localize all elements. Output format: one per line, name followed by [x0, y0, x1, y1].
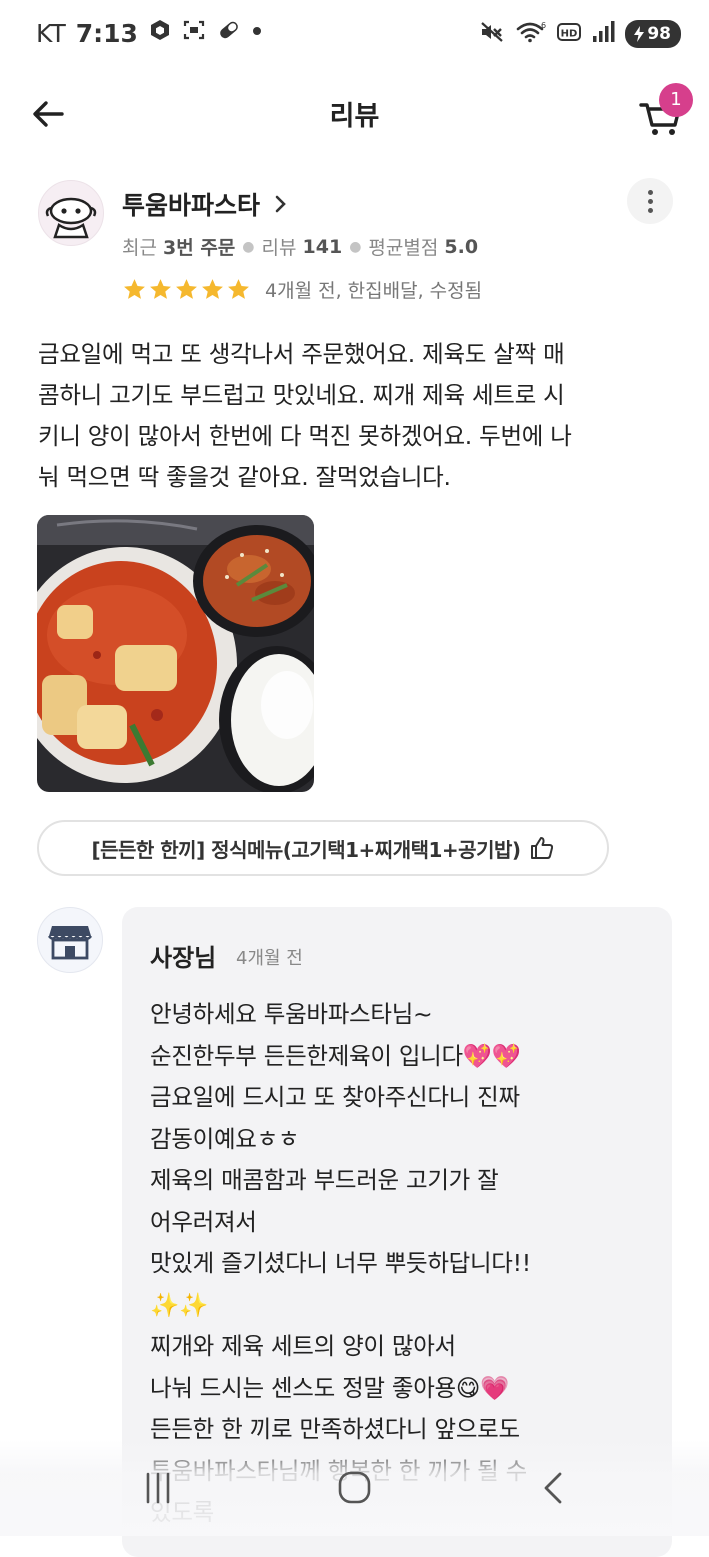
battery-indicator: 98 [625, 20, 681, 48]
stat-reviews-count: 141 [302, 235, 343, 258]
thumbs-up-icon [530, 837, 553, 859]
ordered-menu-label: [든든한 한끼] 정식메뉴(고기택1+찌개택1+공기밥) [91, 837, 521, 862]
carrier-label: KT [36, 18, 66, 48]
kebab-dot [647, 198, 653, 204]
food-photo-image [37, 515, 314, 792]
reply-author: 사장님 [150, 944, 217, 972]
separator-dot: ● [349, 238, 362, 255]
review-photo[interactable] [37, 515, 314, 792]
mute-icon [479, 20, 505, 48]
kebab-dot [647, 207, 653, 213]
reviewer-profile-link[interactable]: 투움바파스타 [122, 186, 288, 222]
star-icon [176, 279, 197, 299]
app-notification-icon [148, 18, 172, 48]
review-text: 금요일에 먹고 또 생각나서 주문했어요. 제육도 살짝 매 콤하니 고기도 부… [38, 340, 572, 491]
svg-text:6: 6 [541, 21, 546, 30]
separator-dot: ● [242, 238, 255, 255]
stat-avg-label: 평균별점 [368, 237, 439, 259]
status-bar: KT 7:13 6 HD 98 [0, 0, 709, 70]
signal-icon [591, 20, 615, 48]
owner-avatar [37, 907, 103, 973]
home-button[interactable] [331, 1468, 379, 1508]
hd-icon: HD [557, 21, 582, 47]
reply-timestamp: 4개월 전 [236, 948, 303, 969]
recent-apps-button[interactable] [134, 1468, 182, 1508]
reviewer-avatar[interactable] [38, 180, 104, 246]
recent-apps-icon [146, 1472, 170, 1504]
chevron-right-icon [275, 195, 286, 213]
kebab-dot [647, 189, 653, 195]
star-icon [202, 279, 223, 299]
app-header: 리뷰 [0, 70, 709, 160]
star-rating [122, 277, 251, 302]
more-options-button[interactable] [627, 178, 673, 224]
star-icon [228, 279, 249, 299]
stat-reviews-label: 리뷰 [261, 237, 297, 259]
home-icon [338, 1471, 371, 1504]
battery-level: 98 [647, 24, 671, 44]
stat-orders: 3번 주문 [163, 237, 236, 259]
notification-dot-icon [252, 18, 262, 48]
page-title: 리뷰 [329, 101, 380, 132]
svg-text:HD: HD [561, 29, 578, 40]
reviewer-stats: 최근 3번 주문 ● 리뷰 141 ● 평균별점 5.0 [122, 233, 478, 260]
charging-bolt-icon [634, 26, 645, 42]
clock: 7:13 [75, 18, 138, 48]
store-icon [47, 926, 93, 960]
star-icon [124, 279, 145, 299]
screenshot-icon [182, 18, 206, 48]
chevron-left-icon [544, 1472, 562, 1504]
pill-icon [216, 18, 242, 48]
rating-row: 4개월 전, 한집배달, 수정됨 [122, 276, 482, 303]
review-meta: 4개월 전, 한집배달, 수정됨 [265, 280, 483, 302]
wifi-icon: 6 [515, 20, 547, 48]
sheep-avatar-icon [45, 197, 97, 239]
stat-recent-label: 최근 [122, 237, 157, 259]
system-back-button[interactable] [530, 1468, 578, 1508]
reviewer-name: 투움바파스타 [122, 191, 261, 220]
system-nav-bar [0, 1440, 709, 1536]
ordered-menu-chip[interactable]: [든든한 한끼] 정식메뉴(고기택1+찌개택1+공기밥) [37, 820, 609, 876]
cart-count-badge: 1 [659, 83, 693, 117]
stat-avg-value: 5.0 [444, 235, 479, 258]
star-icon [150, 279, 171, 299]
